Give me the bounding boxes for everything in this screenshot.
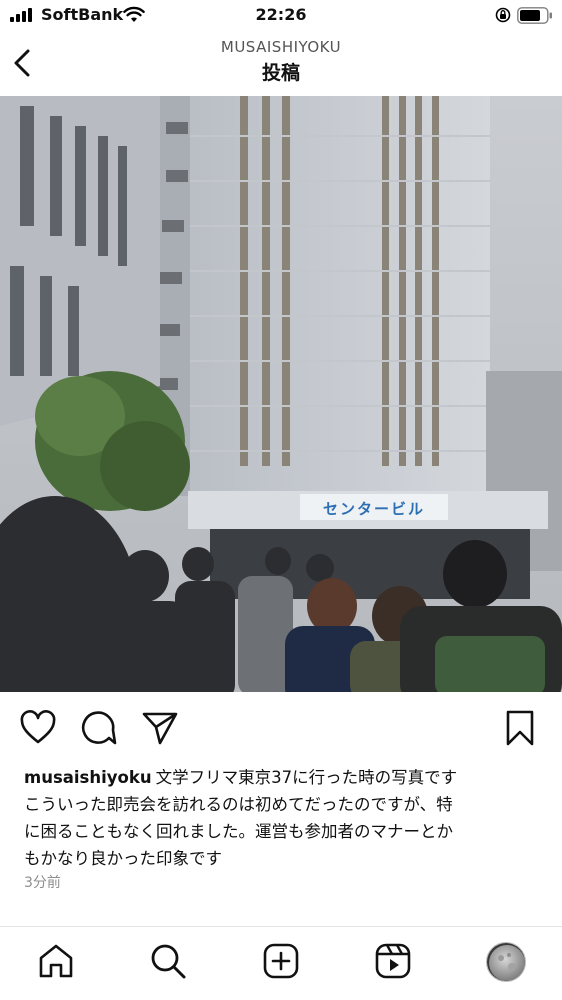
heart-icon[interactable] <box>18 708 58 748</box>
bookmark-icon[interactable] <box>500 708 540 748</box>
page-title: 投稿 <box>261 62 300 84</box>
profile-avatar[interactable] <box>486 942 526 982</box>
post-timestamp: 3分前 <box>24 875 61 891</box>
post-photo[interactable]: センタービル <box>0 96 562 692</box>
post-action-bar <box>0 700 562 756</box>
caption-line-2: こういった即売会を訪れるのは初めてだったのですが、特 <box>24 795 453 814</box>
photo-scene: センタービル <box>0 96 562 692</box>
caption-line-1: 文学フリマ東京37に行った時の写真です <box>155 768 458 787</box>
post-header: MUSAISHIYOKU 投稿 <box>0 32 562 94</box>
account-name: MUSAISHIYOKU <box>220 38 342 56</box>
post-caption: musaishiyoku 文学フリマ東京37に行った時の写真です こういった即売会… <box>24 764 540 872</box>
caption-username[interactable]: musaishiyoku <box>24 768 152 787</box>
bottom-nav <box>0 927 562 1000</box>
status-bar: SoftBank 22:26 <box>0 0 562 32</box>
clock: 22:26 <box>255 5 307 24</box>
caption-line-4: もかなり良かった印象です <box>24 849 222 868</box>
battery-icon <box>517 7 552 24</box>
search-icon[interactable] <box>148 941 188 981</box>
avatar-image <box>487 943 525 981</box>
share-icon[interactable] <box>140 708 180 748</box>
orientation-lock-icon <box>495 7 511 23</box>
create-post-icon[interactable] <box>261 941 301 981</box>
building-sign: センタービル <box>323 500 425 518</box>
reels-icon[interactable] <box>373 941 413 981</box>
home-icon[interactable] <box>36 941 76 981</box>
comment-icon[interactable] <box>78 708 118 748</box>
caption-line-3: に困ることもなく回れました。運営も参加者のマナーとか <box>24 822 453 841</box>
